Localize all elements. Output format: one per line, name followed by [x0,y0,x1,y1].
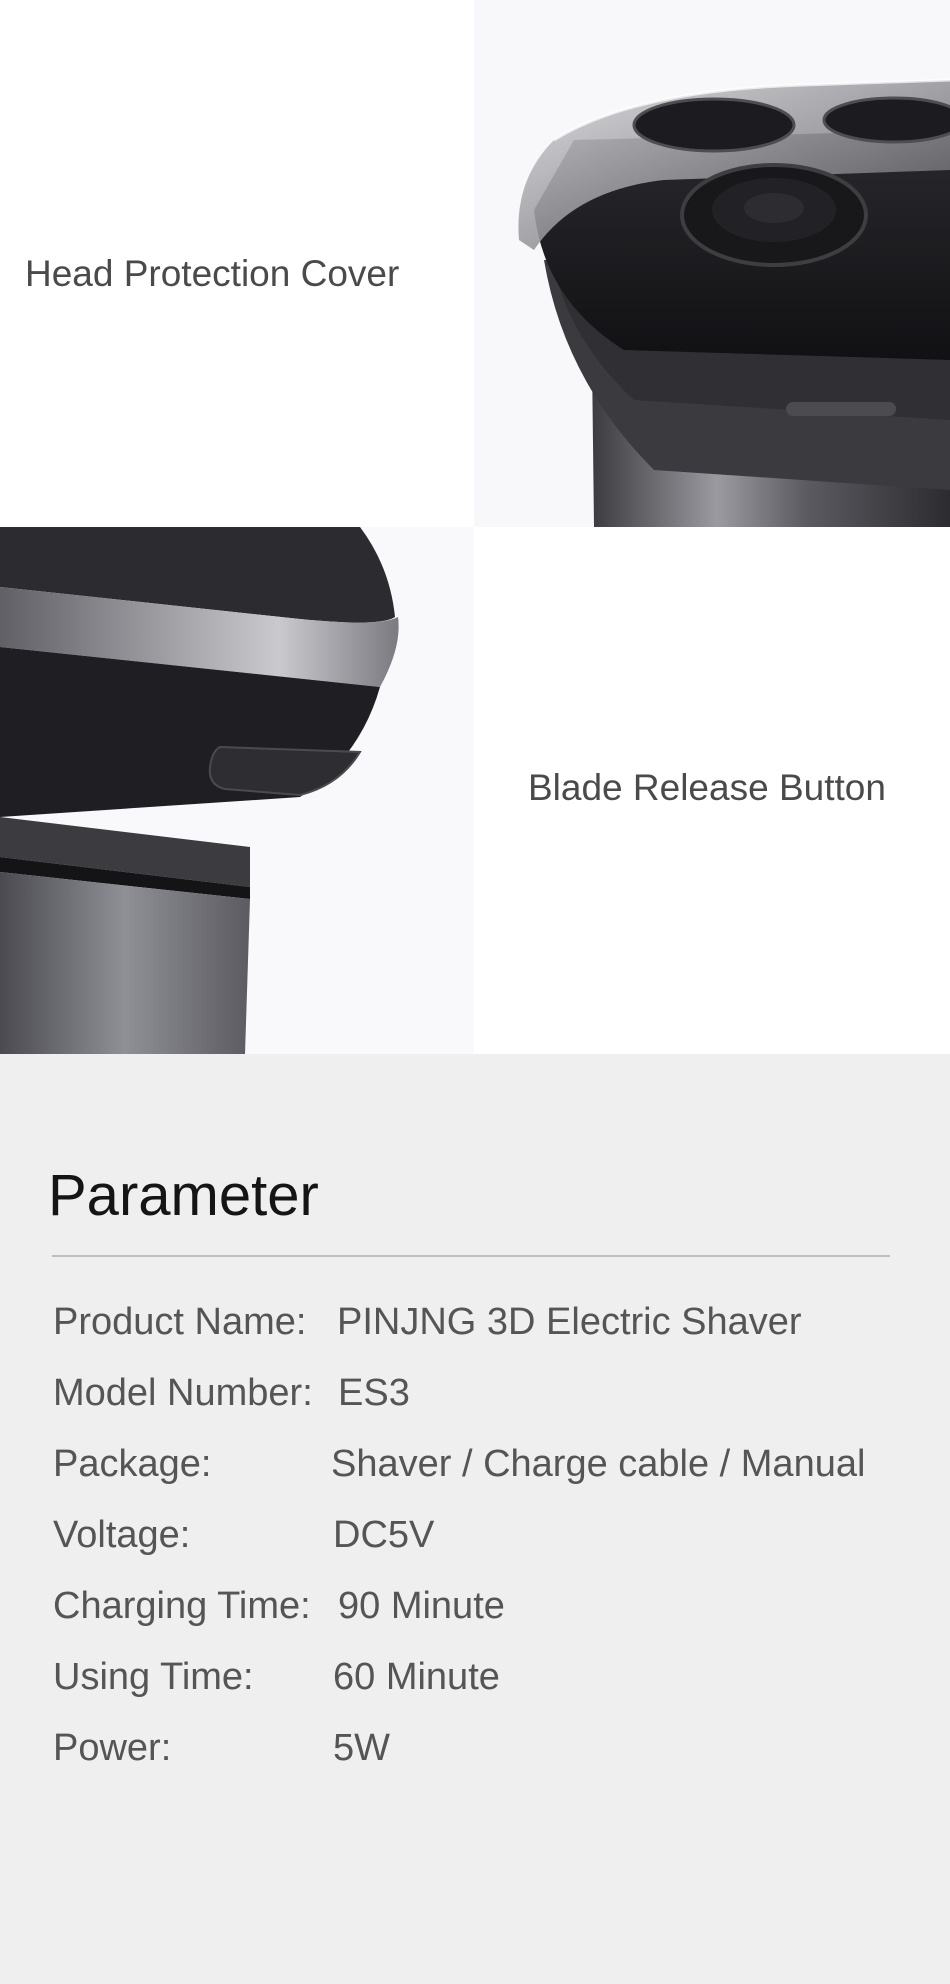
shaver-head-illustration [518,78,950,527]
param-key: Package: [53,1443,212,1485]
param-key: Power: [53,1727,172,1769]
param-row-product-name: Product Name: PINJNG 3D Electric Shaver [53,1301,933,1351]
shaver-head-with-cover-image [474,0,950,527]
param-key: Product Name: [53,1301,307,1343]
feature-grid: Head Protection Cover Blade Release Butt… [0,0,950,1054]
param-value: ES3 [338,1372,410,1414]
param-row-voltage: Voltage: DC5V [53,1514,933,1564]
parameter-section: Parameter Product Name: PINJNG 3D Electr… [0,1054,950,1984]
param-value: PINJNG 3D Electric Shaver [337,1301,802,1343]
param-row-power: Power: 5W [53,1727,933,1777]
shaver-side-release-button-image [0,527,474,1054]
param-key: Voltage: [53,1514,191,1556]
param-value: 90 Minute [338,1585,505,1627]
param-value: Shaver / Charge cable / Manual [331,1443,866,1485]
feature-label-release-button: Blade Release Button [528,767,886,808]
param-value: 5W [333,1727,390,1769]
param-row-model-number: Model Number: ES3 [53,1372,933,1422]
param-key: Model Number: [53,1372,313,1414]
feature-label-head-cover: Head Protection Cover [25,253,400,294]
feature-cell-release-button: Blade Release Button [474,527,950,1054]
param-key: Charging Time: [53,1585,311,1627]
parameter-divider [52,1255,890,1257]
param-value: 60 Minute [333,1656,500,1698]
parameter-title: Parameter [48,1163,319,1228]
product-detail-page: Head Protection Cover Blade Release Butt… [0,0,950,1984]
shaver-side-illustration [0,527,399,1054]
param-row-charging-time: Charging Time: 90 Minute [53,1585,933,1635]
param-row-using-time: Using Time: 60 Minute [53,1656,933,1706]
param-value: DC5V [333,1514,435,1556]
feature-cell-head-cover: Head Protection Cover [0,0,474,527]
param-key: Using Time: [53,1656,254,1698]
param-row-package: Package: Shaver / Charge cable / Manual [53,1443,933,1493]
